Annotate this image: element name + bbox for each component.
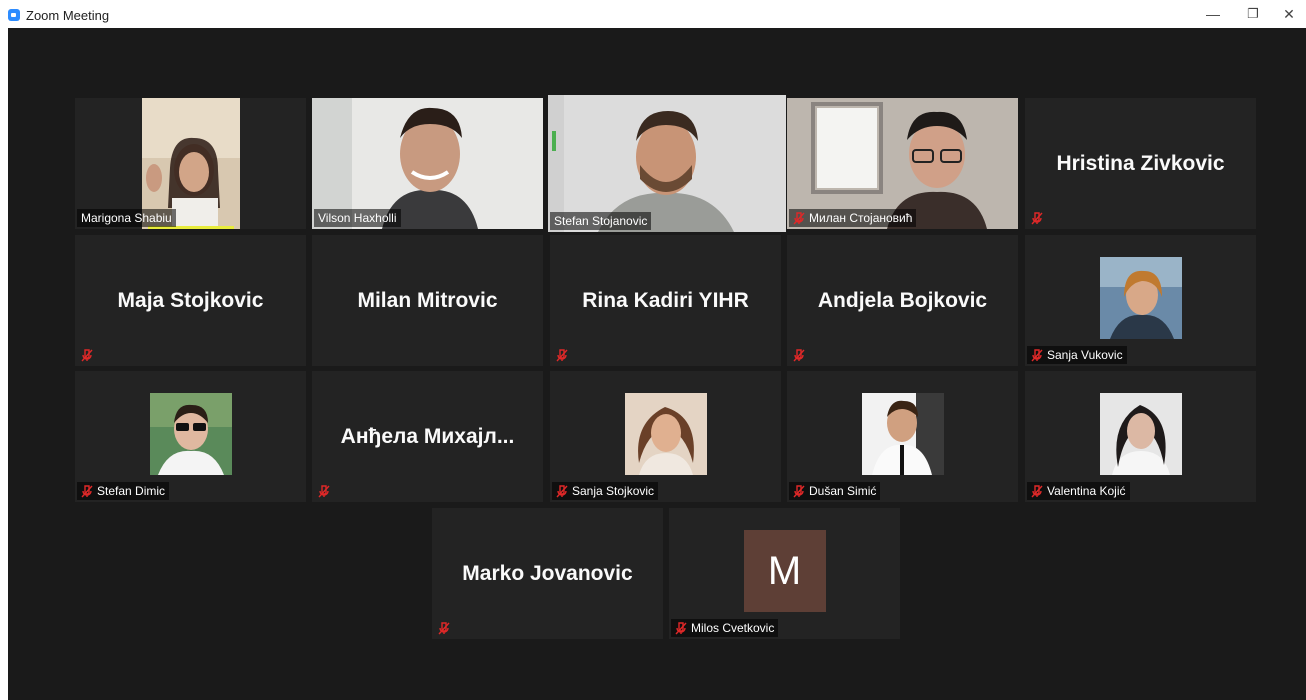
participant-name: Sanja Vukovic: [1047, 348, 1123, 362]
mic-muted-icon: [81, 484, 93, 497]
gallery-view: Marigona Shabiu Vilson Haxholli Stefan S…: [8, 28, 1306, 700]
participant-name: Vilson Haxholli: [318, 211, 397, 225]
participant-tile[interactable]: M Milos Cvetkovic: [669, 508, 900, 639]
participant-name: Marigona Shabiu: [81, 211, 172, 225]
mic-muted-icon: [556, 349, 568, 362]
participant-name: Милан Стојановић: [809, 211, 913, 225]
participant-label: Sanja Stojkovic: [552, 482, 659, 500]
participant-tile[interactable]: Andjela Bojkovic: [787, 235, 1018, 366]
participant-label: [1027, 210, 1047, 227]
participant-name: Sanja Stojkovic: [572, 484, 655, 498]
participant-tile[interactable]: Marigona Shabiu: [75, 98, 306, 229]
mic-muted-icon: [438, 622, 450, 635]
title-bar: Zoom Meeting — ❐ ✕: [0, 0, 1306, 28]
participant-profile-photo: [1099, 393, 1182, 475]
participant-name: Milos Cvetkovic: [691, 621, 775, 635]
participant-tile[interactable]: Милан Стојановић: [787, 98, 1018, 229]
participant-name: Dušan Simić: [809, 484, 877, 498]
participant-label: [77, 347, 97, 364]
participant-name: Valentina Kojić: [1047, 484, 1126, 498]
participant-display-name: Анђела Михајл...: [340, 424, 515, 448]
participant-name: Stefan Stojanovic: [554, 214, 648, 228]
minimize-button[interactable]: —: [1196, 4, 1230, 24]
participant-label: Dušan Simić: [789, 482, 881, 500]
participant-tile[interactable]: Vilson Haxholli: [312, 98, 543, 229]
mic-muted-icon: [793, 349, 805, 362]
participant-label: [434, 620, 454, 637]
participant-label: [552, 347, 572, 364]
close-button[interactable]: ✕: [1272, 4, 1306, 24]
participant-name: Stefan Dimic: [97, 484, 166, 498]
participant-tile[interactable]: Rina Kadiri YIHR: [550, 235, 781, 366]
participant-label: Milos Cvetkovic: [671, 619, 779, 637]
participant-tile[interactable]: Анђела Михајл...: [312, 371, 543, 502]
participant-tile[interactable]: Hristina Zivkovic: [1025, 98, 1256, 229]
participant-label: Marigona Shabiu: [77, 209, 176, 227]
mic-muted-icon: [793, 211, 805, 224]
restore-button[interactable]: ❐: [1236, 4, 1270, 24]
participant-tile[interactable]: Maja Stojkovic: [75, 235, 306, 366]
mic-muted-icon: [1031, 484, 1043, 497]
participant-label: Милан Стојановић: [789, 209, 917, 227]
mic-muted-icon: [675, 621, 687, 634]
mic-muted-icon: [81, 349, 93, 362]
participant-tile[interactable]: Marko Jovanovic: [432, 508, 663, 639]
participant-display-name: Andjela Bojkovic: [817, 288, 988, 312]
mic-muted-icon: [318, 485, 330, 498]
participant-label: Vilson Haxholli: [314, 209, 401, 227]
participant-tile[interactable]: Dušan Simić: [787, 371, 1018, 502]
participant-label: Sanja Vukovic: [1027, 346, 1127, 364]
participant-display-name: Hristina Zivkovic: [1056, 151, 1225, 175]
participant-avatar: M: [743, 530, 826, 612]
participant-tile[interactable]: Sanja Stojkovic: [550, 371, 781, 502]
zoom-app-icon: [8, 9, 20, 21]
participant-tile-active-speaker[interactable]: Stefan Stojanovic: [548, 95, 786, 232]
participant-profile-photo: [861, 393, 944, 475]
mic-muted-icon: [793, 484, 805, 497]
participant-label: Valentina Kojić: [1027, 482, 1130, 500]
mic-muted-icon: [1031, 348, 1043, 361]
participant-profile-photo: [1099, 257, 1182, 339]
mic-muted-icon: [1031, 212, 1043, 225]
participant-profile-photo: [624, 393, 707, 475]
participant-tile[interactable]: Valentina Kojić: [1025, 371, 1256, 502]
participant-label: [789, 347, 809, 364]
window-title: Zoom Meeting: [26, 8, 110, 23]
participant-tile[interactable]: Stefan Dimic: [75, 371, 306, 502]
participant-label: Stefan Dimic: [77, 482, 170, 500]
participant-display-name: Milan Mitrovic: [357, 288, 498, 312]
participant-tile[interactable]: Sanja Vukovic: [1025, 235, 1256, 366]
participant-display-name: Marko Jovanovic: [462, 561, 633, 585]
participant-tile[interactable]: Milan Mitrovic: [312, 235, 543, 366]
mic-muted-icon: [556, 484, 568, 497]
participant-label: Stefan Stojanovic: [550, 212, 652, 230]
participant-display-name: Maja Stojkovic: [117, 288, 264, 312]
participant-label: [314, 483, 334, 500]
participant-profile-photo: [149, 393, 232, 475]
participant-display-name: Rina Kadiri YIHR: [582, 288, 749, 312]
